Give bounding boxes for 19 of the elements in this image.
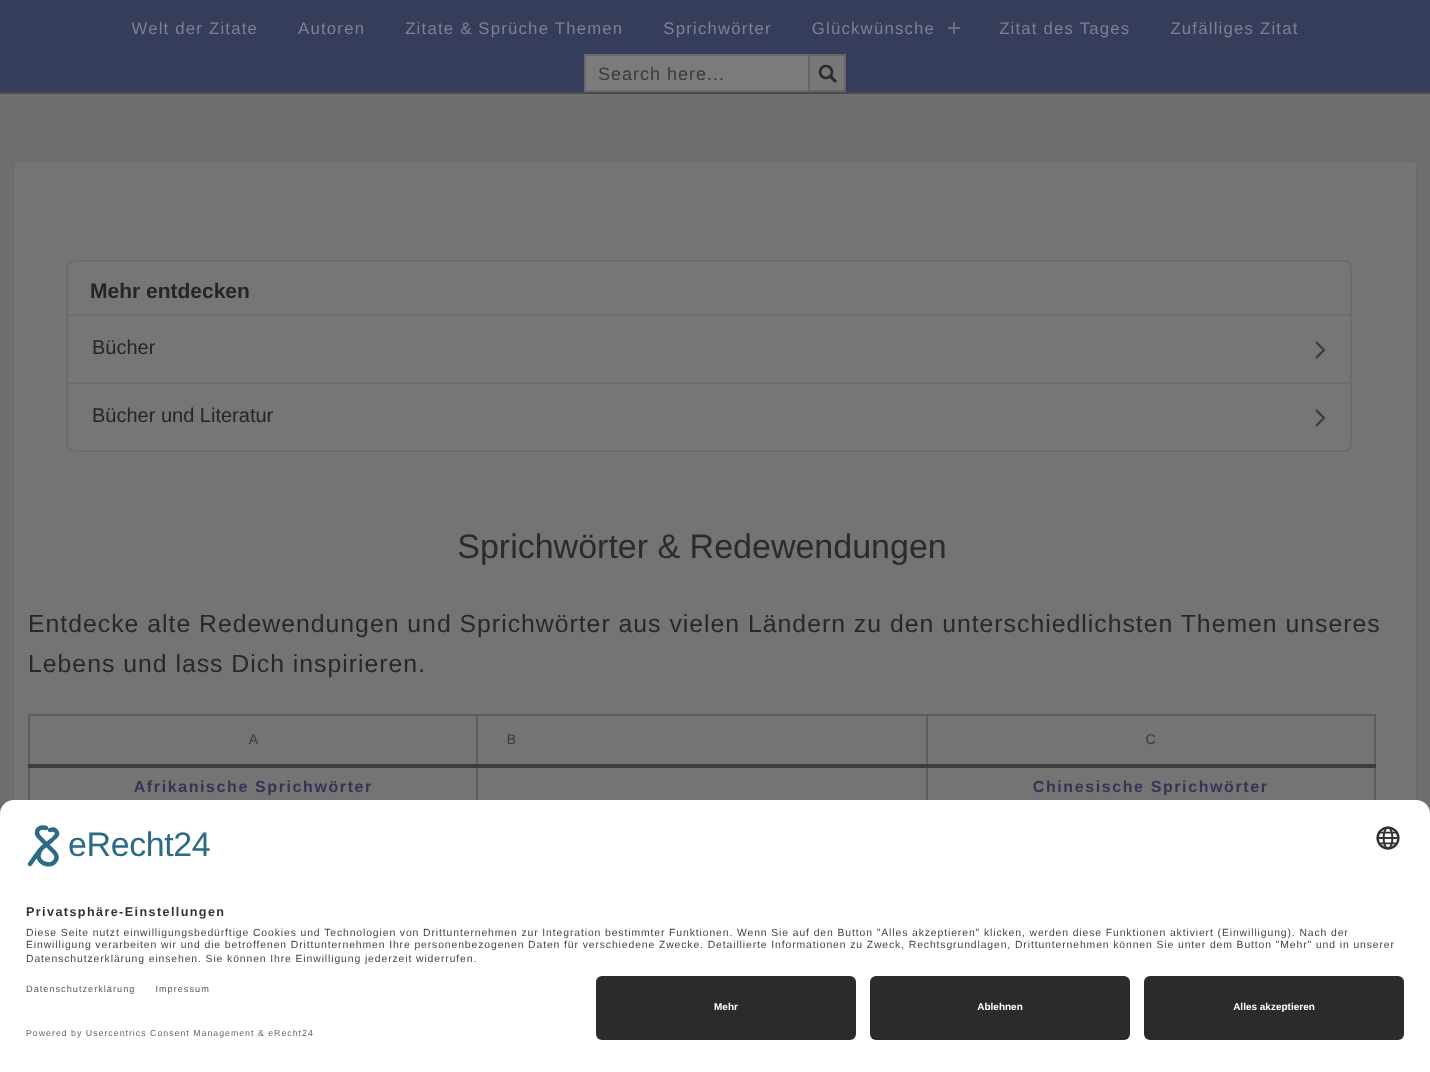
search-button[interactable] [808,54,846,92]
intro-text: Entdecke alte Redewendungen und Sprichwörter aus vielen Ländern zu den unterschiedlichsten Themen unseres Lebens und lass Dich inspirieren. [28,608,1383,682]
discover-item[interactable]: Bücher und Literatur [68,382,1350,450]
chevron-right-icon [1314,339,1326,359]
nav-link[interactable]: Zufälliges Zitat [1150,12,1319,44]
chevron-right-icon [1314,407,1326,427]
search-field[interactable]: Search here... [584,54,808,92]
logo-text: eRecht24 [68,826,211,866]
discover-item[interactable]: Bücher [68,314,1350,382]
nav-link[interactable]: Glückwünsche [791,12,980,44]
globe-icon[interactable] [1376,826,1400,850]
nav-link[interactable]: Zitate & Sprüche Themen [385,12,644,44]
section-title: Mehr entdecken [88,278,252,308]
page-title: Sprichwörter & Redewendungen [455,528,949,568]
nav-link[interactable]: Zitat des Tages [979,12,1151,44]
search-icon [817,63,837,83]
nav-link[interactable]: Welt der Zitate [111,12,279,44]
nav-link[interactable]: Sprichwörter [643,12,792,44]
nav-link[interactable]: Autoren [278,12,386,44]
